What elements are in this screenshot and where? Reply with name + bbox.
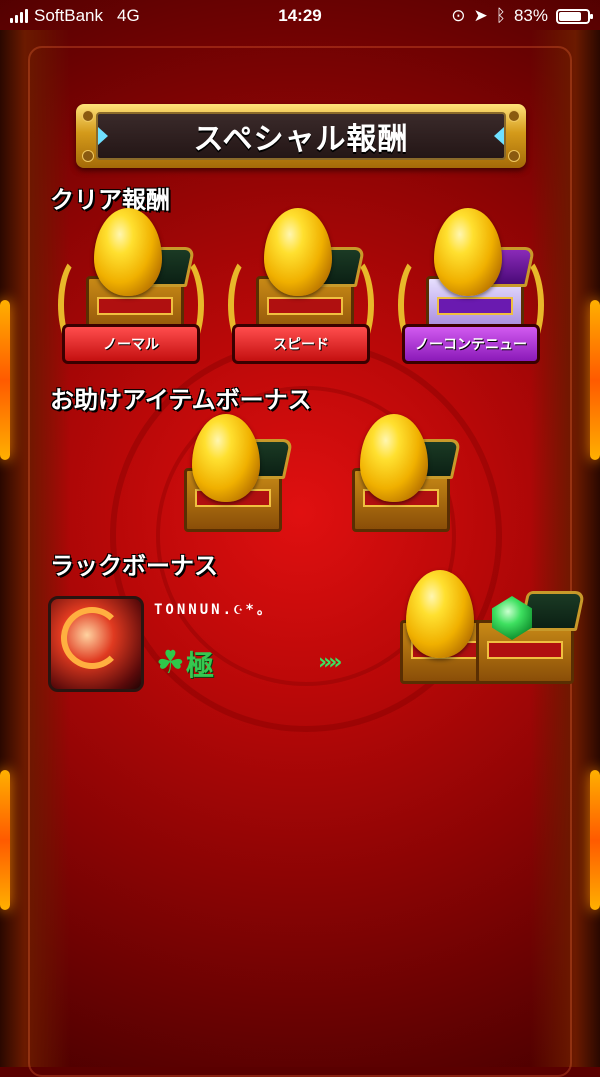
banner-bolt [82, 110, 94, 122]
player-name: TONNUN.☪*。 [154, 602, 274, 618]
title-banner: スペシャル報酬 [76, 104, 526, 168]
banner-plate: スペシャル報酬 [96, 112, 506, 160]
clear-reward-title: クリア報酬 [50, 186, 170, 214]
status-bar: SoftBank 4G 14:29 ⊙ ➤ ᛒ 83% [0, 0, 600, 32]
battery-icon [556, 8, 593, 24]
battery-fill [559, 11, 581, 21]
golden-egg-icon [264, 208, 332, 296]
golden-egg-icon [360, 414, 428, 502]
banner-bolt [82, 150, 94, 162]
reward-ribbon: ノーコンテニュー [402, 324, 540, 364]
location-icon: ➤ [473, 6, 488, 25]
frame-glow-left [0, 300, 10, 460]
rotation-lock-icon: ⊙ [451, 6, 466, 25]
golden-egg-icon [192, 414, 260, 502]
frame-glow-left-lower [0, 770, 10, 910]
luck-bonus-reward [396, 570, 586, 690]
frame-glow-right-lower [590, 770, 600, 910]
reward-normal: ノーマル [56, 208, 206, 374]
bluetooth-icon: ᛒ [495, 6, 506, 25]
banner-gem-right-icon [494, 127, 504, 145]
reward-ribbon: スピード [232, 324, 370, 364]
arrow-icon: »» [318, 650, 343, 675]
banner-bolt [508, 110, 520, 122]
helper-bonus-reward [172, 414, 294, 536]
luck-rank: 極 [186, 649, 215, 682]
reward-no-continue: ノーコンテニュー [396, 208, 546, 374]
banner-gem-left-icon [98, 127, 108, 145]
avatar-character-icon [61, 607, 123, 669]
player-avatar[interactable] [48, 596, 144, 692]
golden-egg-icon [406, 570, 474, 658]
helper-bonus-reward [340, 414, 462, 536]
status-right: ⊙ ➤ ᛒ 83% [451, 6, 593, 26]
banner-title: スペシャル報酬 [193, 122, 409, 157]
reward-speed: スピード [226, 208, 376, 374]
luck-bonus-title: ラックボーナス [50, 552, 218, 580]
battery-percent: 83% [513, 6, 548, 25]
helper-bonus-title: お助けアイテムボーナス [50, 386, 312, 414]
banner-bolt [508, 150, 520, 162]
golden-egg-icon [434, 208, 502, 296]
golden-egg-icon [94, 208, 162, 296]
reward-ribbon: ノーマル [62, 324, 200, 364]
frame-glow-right [590, 300, 600, 460]
clover-icon: ☘ [156, 643, 185, 681]
